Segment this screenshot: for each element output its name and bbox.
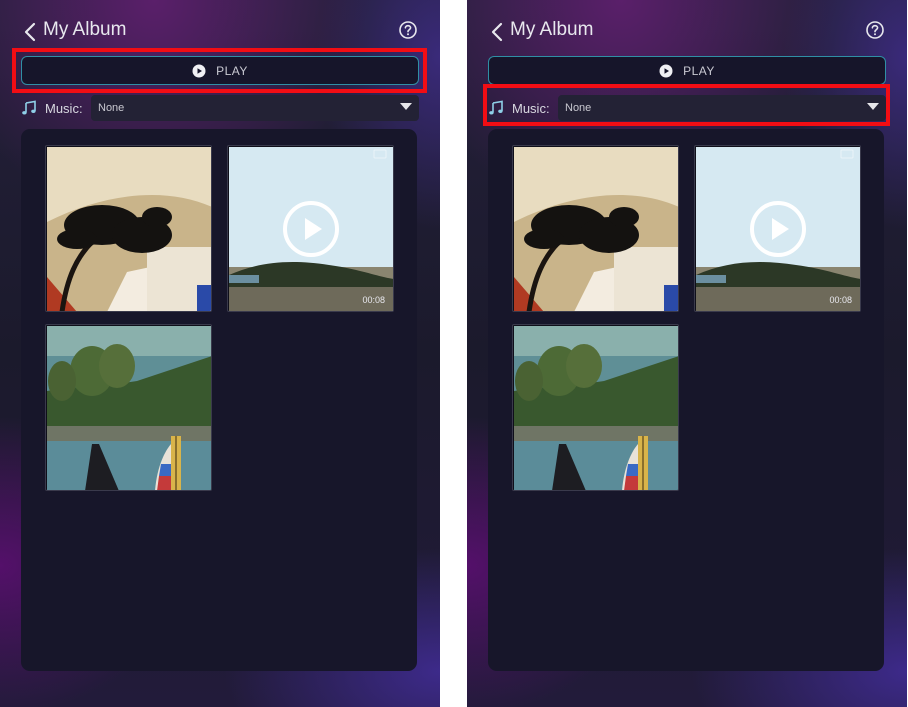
music-select[interactable]: None: [558, 95, 886, 121]
play-button-label: PLAY: [216, 63, 248, 78]
photo-image: [47, 147, 211, 311]
photo-image: [47, 326, 211, 490]
phone-screen-right: My Album PLAY Music: None 00:08: [467, 0, 907, 707]
photo-image: [514, 326, 678, 490]
play-circle-icon: [659, 64, 673, 77]
play-circle-outline-icon: [283, 201, 339, 257]
back-button[interactable]: [22, 21, 40, 43]
music-select-value: None: [98, 102, 125, 114]
video-duration: 00:08: [362, 295, 385, 305]
play-button[interactable]: PLAY: [21, 56, 419, 85]
help-button[interactable]: [398, 20, 418, 40]
badge-icon: [373, 149, 387, 159]
play-button-label: PLAY: [683, 63, 715, 78]
page-title: My Album: [510, 19, 594, 40]
music-row: Music: None: [21, 95, 419, 121]
music-note-icon: [22, 100, 36, 115]
phone-screen-left: My Album PLAY Music: None 00:08: [0, 0, 440, 707]
badge-icon: [840, 149, 854, 159]
media-thumbnail-photo[interactable]: [45, 324, 212, 491]
photo-image: [514, 147, 678, 311]
page-title: My Album: [43, 19, 127, 40]
music-label: Music:: [45, 101, 83, 116]
play-circle-outline-icon: [750, 201, 806, 257]
top-bar: My Album: [0, 14, 440, 48]
back-button[interactable]: [489, 21, 507, 43]
music-row: Music: None: [488, 95, 886, 121]
music-note-icon: [489, 100, 503, 115]
media-thumbnail-photo[interactable]: [512, 145, 679, 312]
music-select[interactable]: None: [91, 95, 419, 121]
music-label: Music:: [512, 101, 550, 116]
chevron-left-icon: [491, 22, 503, 42]
media-grid: 00:08: [488, 129, 884, 671]
media-thumbnail-video[interactable]: 00:08: [227, 145, 394, 312]
video-duration: 00:08: [829, 295, 852, 305]
question-circle-icon: [399, 21, 417, 39]
media-thumbnail-video[interactable]: 00:08: [694, 145, 861, 312]
media-thumbnail-photo[interactable]: [512, 324, 679, 491]
play-button[interactable]: PLAY: [488, 56, 886, 85]
media-grid: 00:08: [21, 129, 417, 671]
media-thumbnail-photo[interactable]: [45, 145, 212, 312]
chevron-left-icon: [24, 22, 36, 42]
question-circle-icon: [866, 21, 884, 39]
top-bar: My Album: [467, 14, 907, 48]
play-circle-icon: [192, 64, 206, 77]
help-button[interactable]: [865, 20, 885, 40]
triangle-down-icon: [867, 103, 879, 110]
triangle-down-icon: [400, 103, 412, 110]
music-select-value: None: [565, 102, 592, 114]
